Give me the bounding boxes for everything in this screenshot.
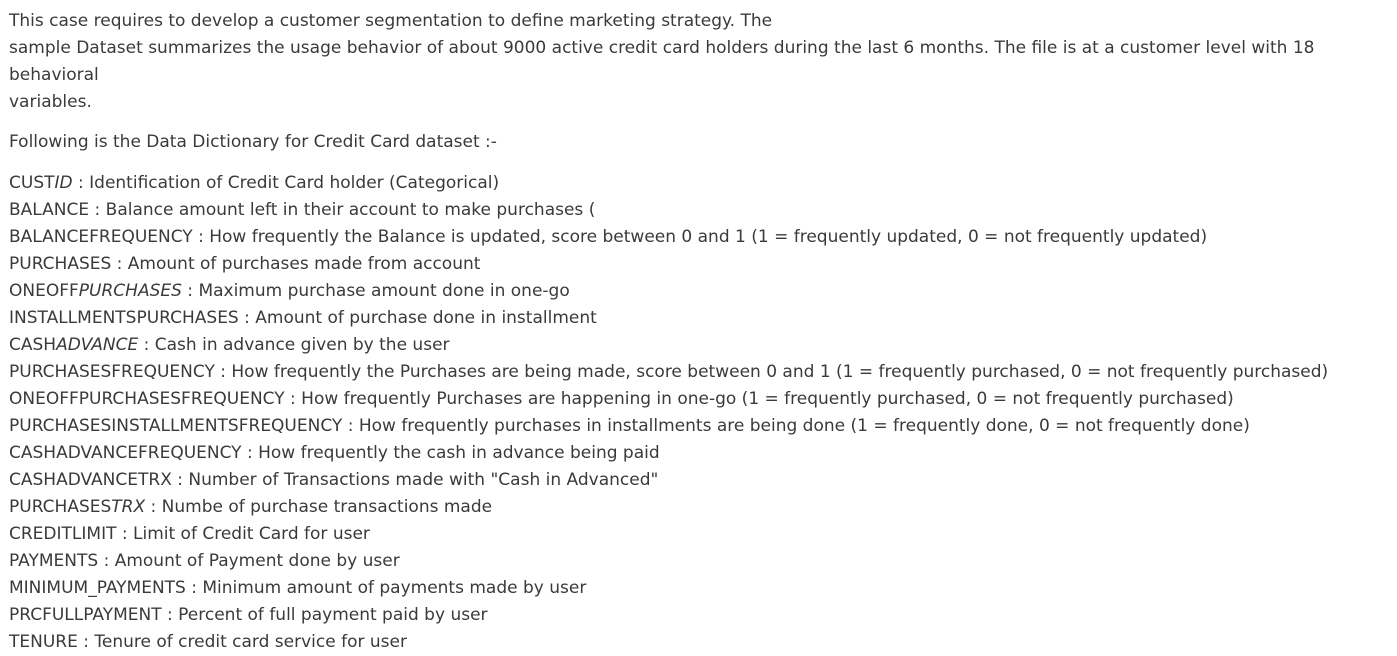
dictionary-description: : Numbe of purchase transactions made bbox=[145, 497, 493, 517]
dictionary-description: : Limit of Credit Card for user bbox=[116, 524, 370, 544]
dictionary-item: ONEOFFPURCHASESFREQUENCY : How frequentl… bbox=[9, 386, 1397, 413]
intro-line: This case requires to develop a customer… bbox=[9, 11, 773, 31]
dictionary-item: PURCHASESINSTALLMENTSFREQUENCY : How fre… bbox=[9, 413, 1397, 440]
dictionary-term: BALANCEFREQUENCY bbox=[9, 227, 193, 247]
dictionary-heading: Following is the Data Dictionary for Cre… bbox=[9, 132, 497, 152]
dictionary-item: CASHADVANCE : Cash in advance given by t… bbox=[9, 332, 1397, 359]
dictionary-term: PURCHASESFREQUENCY bbox=[9, 362, 215, 382]
dictionary-description: : Maximum purchase amount done in one-go bbox=[181, 281, 570, 301]
dictionary-item: BALANCE : Balance amount left in their a… bbox=[9, 197, 1397, 224]
dictionary-description: : Identification of Credit Card holder (… bbox=[72, 173, 500, 193]
dictionary-term: ONEOFFPURCHASES bbox=[9, 281, 182, 301]
document-body: This case requires to develop a customer… bbox=[0, 0, 1397, 652]
dictionary-item: CUSTID : Identification of Credit Card h… bbox=[9, 170, 1397, 197]
dictionary-description: : Balance amount left in their account t… bbox=[89, 200, 596, 220]
dictionary-description: : Cash in advance given by the user bbox=[138, 335, 450, 355]
dictionary-term: PURCHASES bbox=[9, 254, 112, 274]
dictionary-item: PURCHASES : Amount of purchases made fro… bbox=[9, 251, 1397, 278]
dictionary-description: : Amount of Payment done by user bbox=[98, 551, 400, 571]
dictionary-item: PURCHASESTRX : Numbe of purchase transac… bbox=[9, 494, 1397, 521]
dictionary-item: PAYMENTS : Amount of Payment done by use… bbox=[9, 548, 1397, 575]
dictionary-term: CREDITLIMIT bbox=[9, 524, 117, 544]
dictionary-item: CASHADVANCEFREQUENCY : How frequently th… bbox=[9, 440, 1397, 467]
dictionary-item: PRCFULLPAYMENT : Percent of full payment… bbox=[9, 602, 1397, 629]
dictionary-item: ONEOFFPURCHASES : Maximum purchase amoun… bbox=[9, 278, 1397, 305]
dictionary-description: : Minimum amount of payments made by use… bbox=[185, 578, 587, 598]
dictionary-term: INSTALLMENTSPURCHASES bbox=[9, 308, 239, 328]
dictionary-item: BALANCEFREQUENCY : How frequently the Ba… bbox=[9, 224, 1397, 251]
dictionary-term: ONEOFFPURCHASESFREQUENCY bbox=[9, 389, 285, 409]
dictionary-description: : Tenure of credit card service for user bbox=[77, 632, 407, 652]
dictionary-item: CREDITLIMIT : Limit of Credit Card for u… bbox=[9, 521, 1397, 548]
dictionary-item: TENURE : Tenure of credit card service f… bbox=[9, 629, 1397, 656]
dictionary-term: TENURE bbox=[9, 632, 78, 652]
dictionary-description: : How frequently the Balance is updated,… bbox=[192, 227, 1208, 247]
intro-paragraph: This case requires to develop a customer… bbox=[9, 8, 1379, 116]
dictionary-term: MINIMUM_PAYMENTS bbox=[9, 578, 186, 598]
dictionary-item: PURCHASESFREQUENCY : How frequently the … bbox=[9, 359, 1397, 386]
intro-line: sample Dataset summarizes the usage beha… bbox=[9, 38, 1315, 85]
dictionary-term: PURCHASESINSTALLMENTSFREQUENCY bbox=[9, 416, 343, 436]
data-dictionary-list: CUSTID : Identification of Credit Card h… bbox=[9, 170, 1397, 656]
dictionary-description: : How frequently purchases in installmen… bbox=[342, 416, 1250, 436]
dictionary-description: : Percent of full payment paid by user bbox=[161, 605, 488, 625]
dictionary-term: PURCHASESTRX bbox=[9, 497, 146, 517]
dictionary-term: PRCFULLPAYMENT bbox=[9, 605, 162, 625]
dictionary-description: : How frequently Purchases are happening… bbox=[284, 389, 1234, 409]
dictionary-item: INSTALLMENTSPURCHASES : Amount of purcha… bbox=[9, 305, 1397, 332]
dictionary-description: : Number of Transactions made with "Cash… bbox=[171, 470, 659, 490]
dictionary-description: : How frequently the Purchases are being… bbox=[214, 362, 1329, 382]
intro-line: variables. bbox=[9, 92, 92, 112]
dictionary-item: MINIMUM_PAYMENTS : Minimum amount of pay… bbox=[9, 575, 1397, 602]
dictionary-term: CASHADVANCETRX bbox=[9, 470, 172, 490]
dictionary-term: PAYMENTS bbox=[9, 551, 99, 571]
dictionary-term: CASHADVANCE bbox=[9, 335, 139, 355]
dictionary-term: BALANCE bbox=[9, 200, 90, 220]
dictionary-description: : Amount of purchase done in installment bbox=[238, 308, 597, 328]
dictionary-term: CUSTID bbox=[9, 173, 73, 193]
dictionary-description: : How frequently the cash in advance bei… bbox=[241, 443, 660, 463]
dictionary-description: : Amount of purchases made from account bbox=[111, 254, 481, 274]
dictionary-item: CASHADVANCETRX : Number of Transactions … bbox=[9, 467, 1397, 494]
dictionary-term: CASHADVANCEFREQUENCY bbox=[9, 443, 242, 463]
